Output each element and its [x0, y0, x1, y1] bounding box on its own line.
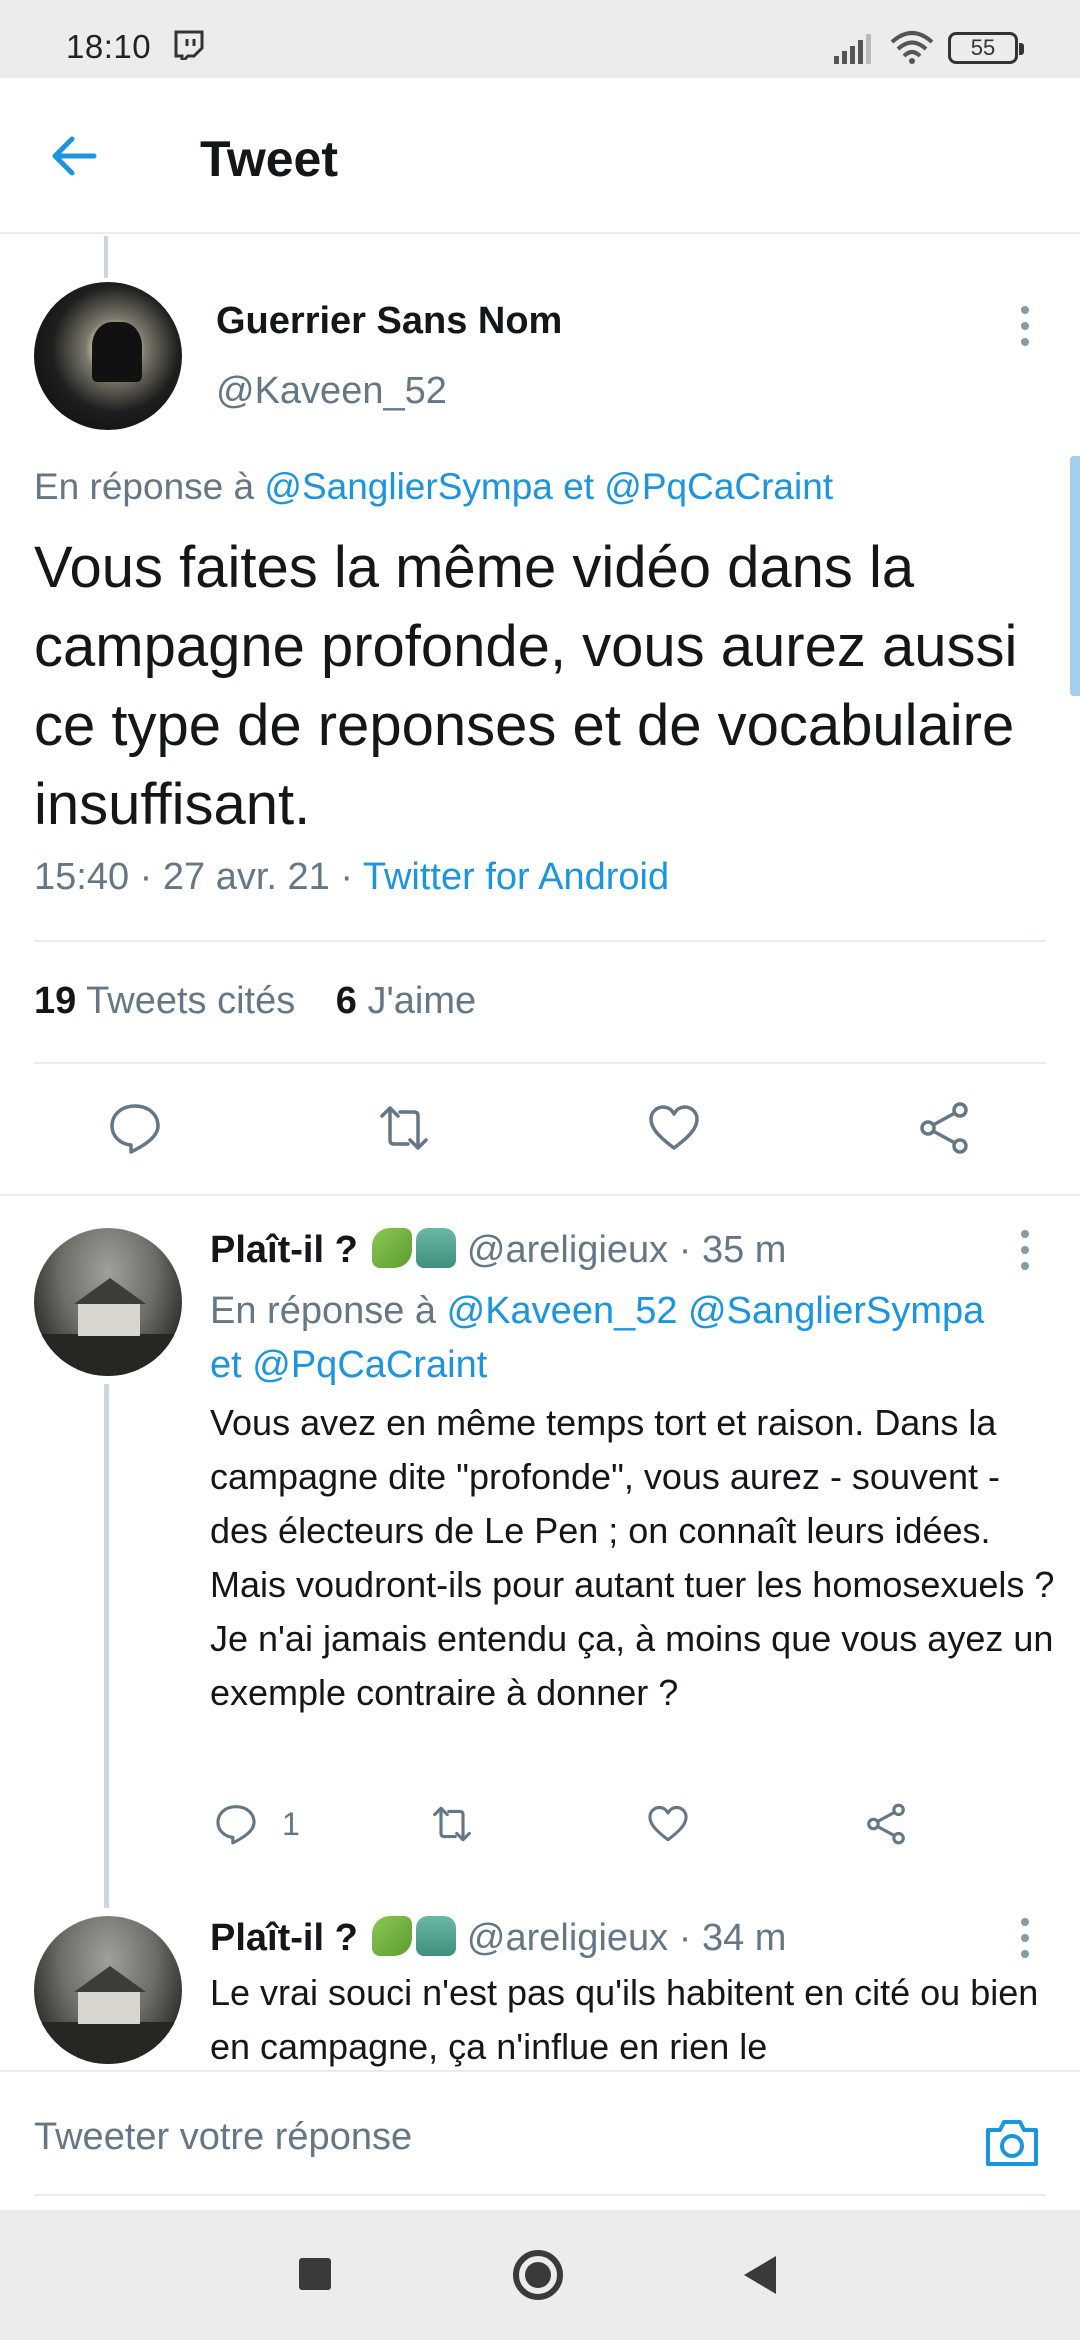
twitch-icon: [174, 30, 204, 60]
reply-icon[interactable]: [107, 1100, 163, 1156]
mention-link[interactable]: @PqCaCraint: [604, 466, 833, 507]
avatar-roof: [74, 1966, 146, 1992]
reply-time: 34 m: [701, 1917, 787, 1959]
tweet-date: 27 avr. 21: [162, 856, 330, 898]
arrow-left-icon[interactable]: [44, 126, 104, 186]
share-icon[interactable]: [864, 1802, 908, 1846]
status-time: 18:10: [66, 28, 152, 65]
reply-header: Plaît-il ? @areligieux · 34 m: [210, 1916, 786, 1960]
tweet-time: 15:40: [34, 856, 130, 898]
wifi-icon: [890, 31, 934, 64]
reply-context: En réponse à @Kaveen_52 @SanglierSympa e…: [210, 1284, 1060, 1392]
divider: [0, 1194, 1080, 1196]
mention-link[interactable]: @SanglierSympa: [264, 466, 552, 507]
avatar-ground: [34, 1334, 182, 1376]
author-handle[interactable]: @Kaveen_52: [216, 370, 447, 413]
reply-header: Plaît-il ? @areligieux · 35 m: [210, 1228, 786, 1272]
author-name[interactable]: Plaît-il ?: [210, 1229, 358, 1271]
battery-icon: 55: [948, 32, 1024, 64]
author-handle[interactable]: @areligieux: [467, 1229, 668, 1271]
recent-apps-icon[interactable]: [299, 2258, 331, 2290]
avatar-ground: [34, 2022, 182, 2064]
quotes-label: Tweets cités: [86, 980, 296, 1022]
tweet-source[interactable]: Twitter for Android: [363, 856, 669, 898]
back-icon[interactable]: [744, 2256, 776, 2294]
more-options-icon[interactable]: [1015, 1918, 1035, 1958]
quotes-count: 19: [34, 980, 77, 1022]
divider: [34, 1062, 1046, 1064]
likes-stat[interactable]: 6 J'aime: [336, 980, 476, 1022]
retweet-icon[interactable]: [376, 1100, 432, 1156]
avatar-house: [78, 1990, 140, 2024]
reply-input[interactable]: Tweeter votre réponse: [34, 2116, 412, 2159]
signal-icon: [834, 34, 871, 64]
likes-label: J'aime: [367, 980, 477, 1022]
reply-icon[interactable]: [214, 1802, 258, 1846]
more-options-icon[interactable]: [1015, 306, 1035, 346]
avatar-house: [78, 1302, 140, 1336]
scrollbar[interactable]: [1070, 456, 1080, 696]
home-icon[interactable]: [513, 2250, 563, 2300]
meta-separator: ·: [340, 856, 353, 898]
battery-level: 55: [970, 35, 996, 60]
reply-text: Le vrai souci n'est pas qu'ils habitent …: [210, 1972, 1039, 2067]
retweet-icon[interactable]: [430, 1802, 474, 1846]
compose-bar: Tweeter votre réponse: [0, 2070, 1080, 2210]
statue-of-liberty-emoji-icon: [416, 1228, 457, 1268]
meta-separator: ·: [678, 1917, 692, 1959]
reply-prefix: En réponse à: [210, 1290, 437, 1332]
mention-link[interactable]: @PqCaCraint: [252, 1344, 487, 1386]
likes-count: 6: [335, 980, 357, 1022]
system-nav-bar: [0, 2210, 1080, 2340]
reply-context: En réponse à @SanglierSympa et @PqCaCrai…: [34, 466, 833, 508]
reply-count: 1: [282, 1806, 300, 1842]
reply-prefix: En réponse à: [34, 466, 255, 507]
camera-icon[interactable]: [984, 2116, 1040, 2168]
page-title: Tweet: [200, 131, 338, 187]
like-icon[interactable]: [646, 1802, 690, 1846]
status-bar: 18:10 55: [0, 0, 1080, 78]
share-icon[interactable]: [916, 1100, 972, 1156]
tweet-text: Vous faites la même vidéo dans la campag…: [34, 535, 1018, 837]
author-name[interactable]: Plaît-il ?: [210, 1917, 358, 1959]
avatar-figure: [92, 322, 142, 382]
reply-connector: et: [563, 466, 594, 507]
thread-line: [104, 1384, 109, 1908]
tweet-meta: 15:40 · 27 avr. 21 · Twitter for Android: [34, 856, 669, 899]
avatar[interactable]: [34, 282, 182, 430]
avatar-roof: [74, 1278, 146, 1304]
reply-text: Vous avez en même temps tort et raison. …: [210, 1402, 1055, 1713]
avatar[interactable]: [34, 1916, 182, 2064]
mention-link[interactable]: @Kaveen_52 @SanglierSympa: [447, 1290, 985, 1332]
dragon-emoji-icon: [372, 1228, 413, 1268]
like-icon[interactable]: [646, 1100, 702, 1156]
thread-line: [104, 236, 108, 278]
meta-separator: ·: [678, 1229, 692, 1271]
author-name[interactable]: Guerrier Sans Nom: [216, 300, 562, 343]
quotes-stat[interactable]: 19 Tweets cités: [34, 980, 295, 1022]
reply-connector: et: [210, 1344, 242, 1386]
divider: [34, 940, 1046, 942]
reply-time: 35 m: [701, 1229, 787, 1271]
more-options-icon[interactable]: [1015, 1230, 1035, 1270]
avatar[interactable]: [34, 1228, 182, 1376]
tweet-stats: 19 Tweets cités 6 J'aime: [34, 980, 476, 1023]
dragon-emoji-icon: [372, 1916, 413, 1956]
input-underline: [34, 2194, 1046, 2196]
author-handle[interactable]: @areligieux: [467, 1917, 668, 1959]
top-app-bar: Tweet: [0, 78, 1080, 234]
statue-of-liberty-emoji-icon: [416, 1916, 457, 1956]
meta-separator: ·: [139, 856, 153, 898]
